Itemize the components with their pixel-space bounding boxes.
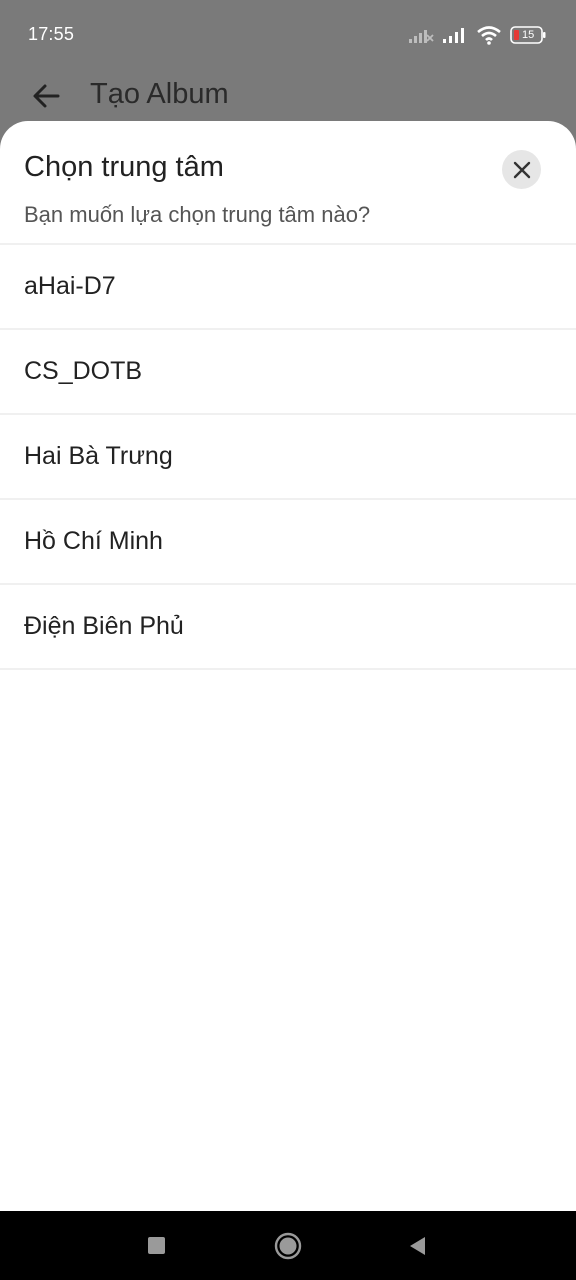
system-nav-bar: [0, 1211, 576, 1280]
app-bar: Tạo Album: [0, 70, 576, 122]
cell-signal-icon: [443, 28, 464, 43]
page-title: Tạo Album: [90, 78, 229, 110]
status-time: 17:55: [28, 24, 75, 44]
sheet-subtitle: Bạn muốn lựa chọn trung tâm nào?: [24, 202, 371, 227]
close-button[interactable]: [502, 150, 541, 189]
list-item[interactable]: Điện Biên Phủ: [0, 585, 576, 670]
option-label: Hồ Chí Minh: [24, 527, 163, 555]
option-label: CS_DOTB: [24, 357, 143, 385]
arrow-left-icon[interactable]: [30, 80, 62, 112]
back-triangle-icon[interactable]: [407, 1235, 427, 1257]
list-item[interactable]: Hai Bà Trưng: [0, 415, 576, 500]
signal-no-service-icon: [409, 30, 434, 43]
list-item[interactable]: aHai-D7: [0, 245, 576, 330]
battery-level: 15: [522, 29, 535, 41]
status-bar: 17:55 15: [0, 0, 576, 70]
battery-icon: 15: [510, 26, 546, 44]
option-label: Hai Bà Trưng: [24, 442, 173, 470]
option-label: aHai-D7: [24, 272, 116, 300]
status-icons: 15: [408, 24, 546, 46]
sheet-title: Chọn trung tâm: [24, 151, 224, 183]
bottom-sheet: Chọn trung tâm Bạn muốn lựa chọn trung t…: [0, 121, 576, 1211]
option-label: Điện Biên Phủ: [24, 612, 184, 640]
wifi-icon: [477, 26, 501, 45]
home-circle-icon[interactable]: [274, 1232, 302, 1260]
recents-square-icon[interactable]: [148, 1237, 165, 1254]
list-item[interactable]: Hồ Chí Minh: [0, 500, 576, 585]
close-icon: [513, 161, 530, 178]
center-option-list: aHai-D7 CS_DOTB Hai Bà Trưng Hồ Chí Minh…: [0, 243, 576, 670]
list-item[interactable]: CS_DOTB: [0, 330, 576, 415]
